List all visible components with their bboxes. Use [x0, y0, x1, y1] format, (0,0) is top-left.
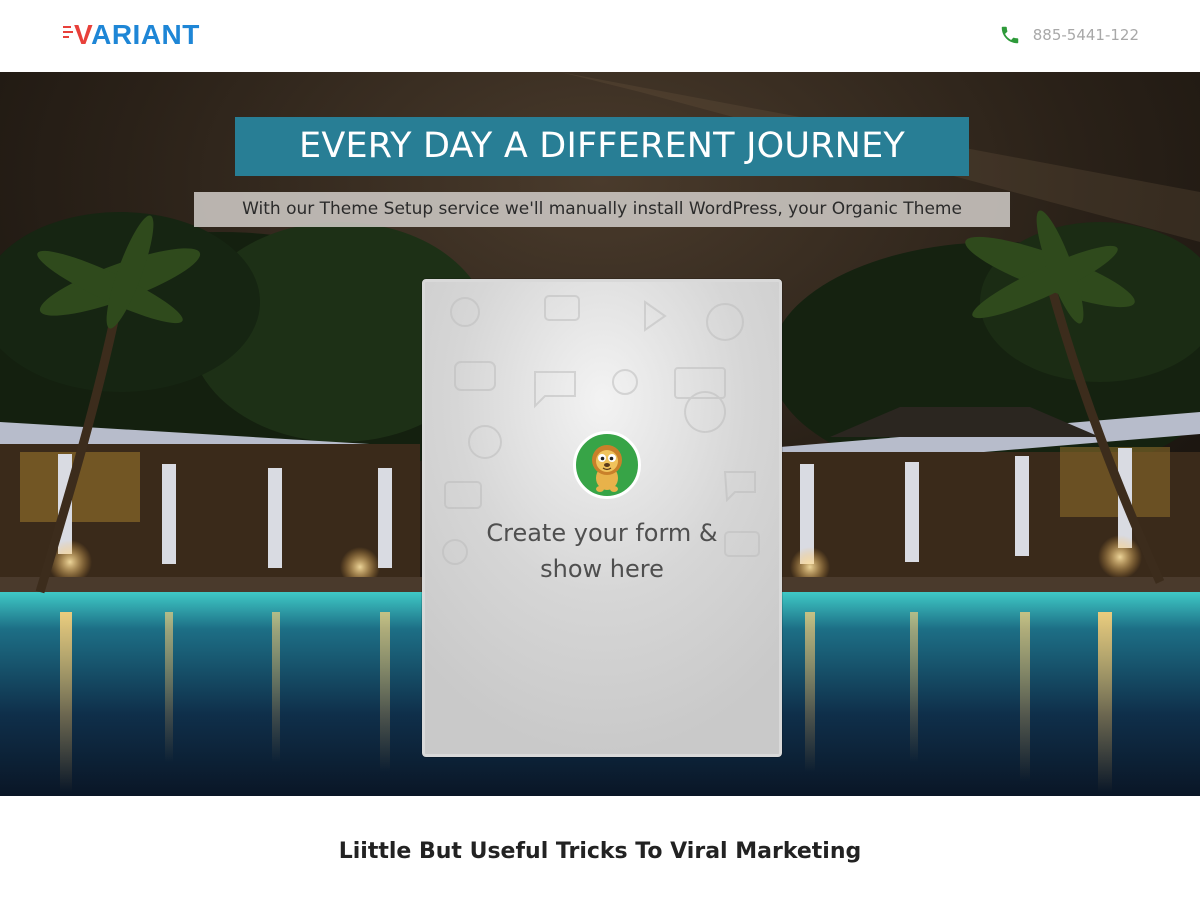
hero-subheadline: With our Theme Setup service we'll manua…	[194, 192, 1010, 227]
hero-headline: EVERY DAY A DIFFERENT JOURNEY	[235, 117, 969, 176]
form-placeholder-text: Create your form & show here	[445, 515, 759, 587]
form-placeholder-line-1: Create your form &	[486, 519, 718, 547]
phone-icon	[1001, 26, 1018, 44]
site-header: VARIANT 885-5441-122	[0, 0, 1200, 72]
form-placeholder-line-2: show here	[540, 555, 664, 583]
logo-speed-lines	[63, 26, 73, 38]
content-section: Liittle But Useful Tricks To Viral Marke…	[0, 796, 1200, 900]
form-placeholder-card[interactable]: Create your form & show here	[422, 279, 782, 757]
section-title: Liittle But Useful Tricks To Viral Marke…	[338, 839, 862, 864]
phone-contact[interactable]: 885-5441-122	[999, 22, 1139, 48]
variant-logo[interactable]: VARIANT	[63, 19, 200, 51]
lion-mascot-icon	[573, 431, 641, 499]
phone-number: 885-5441-122	[1032, 26, 1139, 44]
hero-section: EVERY DAY A DIFFERENT JOURNEY With our T…	[0, 72, 1200, 796]
logo-wordmark: VARIANT	[74, 19, 200, 50]
